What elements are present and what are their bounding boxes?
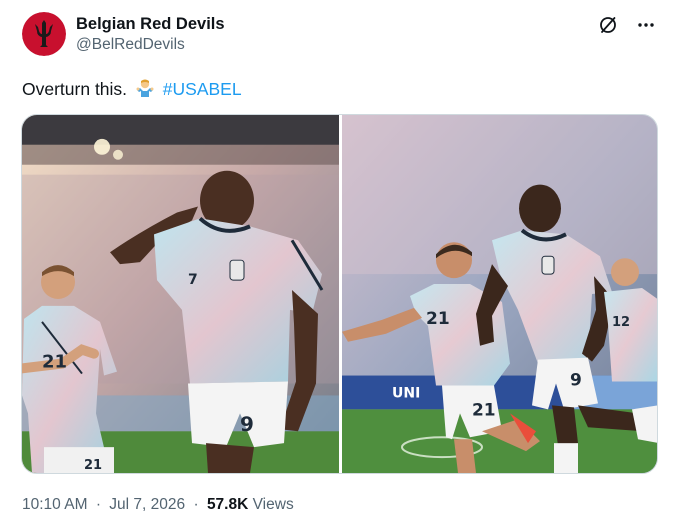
svg-text:UNI: UNI — [392, 385, 420, 401]
man-shrugging-emoji-icon — [134, 77, 156, 104]
hashtag-link[interactable]: #USABEL — [163, 79, 242, 99]
timestamp-link[interactable]: 10:10 AM · Jul 7, 2026 — [22, 496, 185, 513]
svg-text:21: 21 — [426, 308, 450, 328]
tweet-text: Overturn this. #USABEL — [22, 77, 242, 104]
svg-text:21: 21 — [472, 399, 496, 419]
views-label: Views — [252, 496, 294, 513]
top-actions — [597, 14, 657, 36]
more-options-icon[interactable] — [635, 14, 657, 36]
meta-separator: · — [193, 496, 199, 513]
photo-2[interactable]: UNI 21 21 9 12 — [342, 115, 657, 473]
svg-text:21: 21 — [42, 352, 67, 373]
tweet-card: Belgian Red Devils @BelRedDevils Overtur… — [0, 0, 683, 531]
meta-separator: · — [95, 496, 101, 513]
svg-text:9: 9 — [570, 370, 582, 390]
svg-text:7: 7 — [188, 272, 198, 288]
avatar[interactable] — [22, 12, 66, 56]
views-count: 57.8K — [206, 496, 249, 513]
photo-1[interactable]: 21 21 7 9 — [22, 115, 339, 473]
author-block: Belgian Red Devils @BelRedDevils — [76, 14, 225, 55]
tweet-body: Overturn this. — [22, 79, 128, 99]
tweet-meta: 10:10 AM · Jul 7, 2026 · 57.8K Views — [22, 496, 294, 514]
views-stat[interactable]: 57.8K Views — [207, 496, 294, 513]
svg-text:12: 12 — [612, 315, 630, 330]
red-devils-logo — [22, 12, 66, 56]
svg-text:21: 21 — [84, 458, 102, 473]
author-handle[interactable]: @BelRedDevils — [76, 35, 225, 55]
author-name[interactable]: Belgian Red Devils — [76, 14, 225, 34]
tweet-time: 10:10 AM — [22, 496, 88, 513]
grok-icon[interactable] — [597, 14, 619, 36]
tweet-date: Jul 7, 2026 — [109, 496, 186, 513]
media-grid: 21 21 7 9 UNI 21 21 9 12 — [21, 114, 658, 474]
svg-text:9: 9 — [240, 412, 254, 436]
